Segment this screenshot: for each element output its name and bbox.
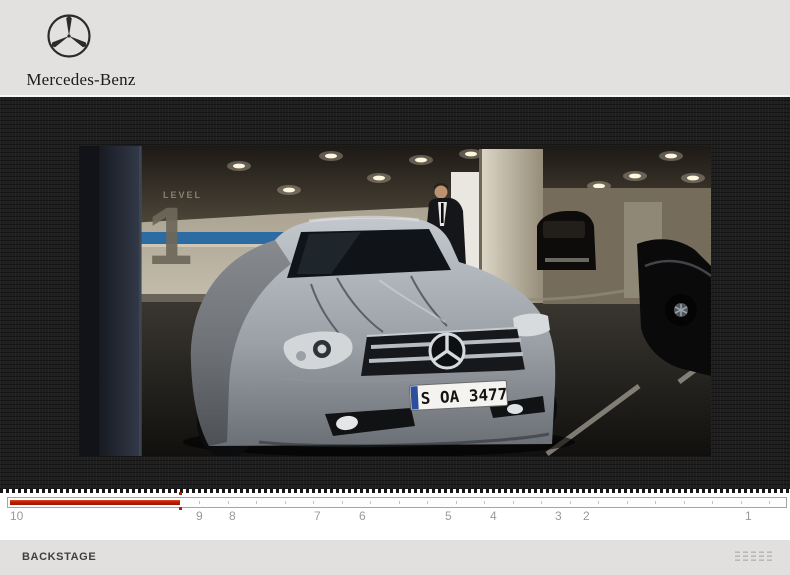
progress-tick (199, 501, 200, 504)
progress-tick (684, 501, 685, 504)
progress-tick (285, 501, 286, 504)
chapter-number-5[interactable]: 5 (445, 509, 452, 523)
stage: LEVEL 1 S OA 3477 (0, 97, 790, 489)
progress-tick (370, 501, 371, 504)
progress-tick (256, 501, 257, 504)
footer: BACKSTAGE (0, 540, 790, 575)
progress-tick (627, 501, 628, 504)
chapter-number-3[interactable]: 3 (555, 509, 562, 523)
header: Mercedes-Benz (0, 0, 790, 97)
progress-tick (741, 501, 742, 504)
chapter-number-7[interactable]: 7 (314, 509, 321, 523)
dotted-separator (0, 489, 790, 493)
chapter-number-1[interactable]: 1 (745, 509, 752, 523)
progress-marker-top (179, 492, 182, 495)
player-progress-section: 10 9 8 7 6 5 4 3 2 1 (0, 489, 790, 540)
grid-dashes-icon (735, 551, 772, 563)
chapter-number-4[interactable]: 4 (490, 509, 497, 523)
progress-tick (484, 501, 485, 504)
left-pillar (99, 146, 141, 456)
chapter-number-9[interactable]: 9 (196, 509, 203, 523)
progress-tick (228, 501, 229, 504)
page: Mercedes-Benz LEVEL 1 S OA 3477 10 9 8 7… (0, 0, 790, 575)
progress-tick (598, 501, 599, 504)
license-plate: S OA 3477 (409, 380, 509, 411)
progress-tick (570, 501, 571, 504)
chapter-number-10[interactable]: 10 (10, 509, 23, 523)
grille-star-icon (428, 332, 466, 370)
backstage-link[interactable]: BACKSTAGE (22, 551, 96, 563)
video-frame-garage-scene: LEVEL 1 S OA 3477 (79, 146, 711, 456)
chapter-number-8[interactable]: 8 (229, 509, 236, 523)
progress-tick (513, 501, 514, 504)
progress-tick (769, 501, 770, 504)
progress-marker-bottom (179, 507, 182, 510)
mercedes-logo[interactable]: Mercedes-Benz (21, 8, 141, 92)
progress-tick (342, 501, 343, 504)
video-player[interactable]: LEVEL 1 S OA 3477 (79, 146, 711, 456)
progress-tick (655, 501, 656, 504)
progress-tick (427, 501, 428, 504)
progress-tick (541, 501, 542, 504)
progress-bar[interactable] (7, 497, 787, 508)
chapter-number-2[interactable]: 2 (583, 509, 590, 523)
progress-tick (456, 501, 457, 504)
progress-tick (313, 501, 314, 504)
chapter-number-6[interactable]: 6 (359, 509, 366, 523)
progress-tick (399, 501, 400, 504)
mercedes-star-icon (47, 14, 91, 58)
progress-tick (712, 501, 713, 504)
progress-fill (10, 500, 180, 505)
brand-wordmark: Mercedes-Benz (26, 70, 136, 89)
background-suv (537, 211, 596, 270)
wall-level-number: 1 (147, 191, 193, 282)
